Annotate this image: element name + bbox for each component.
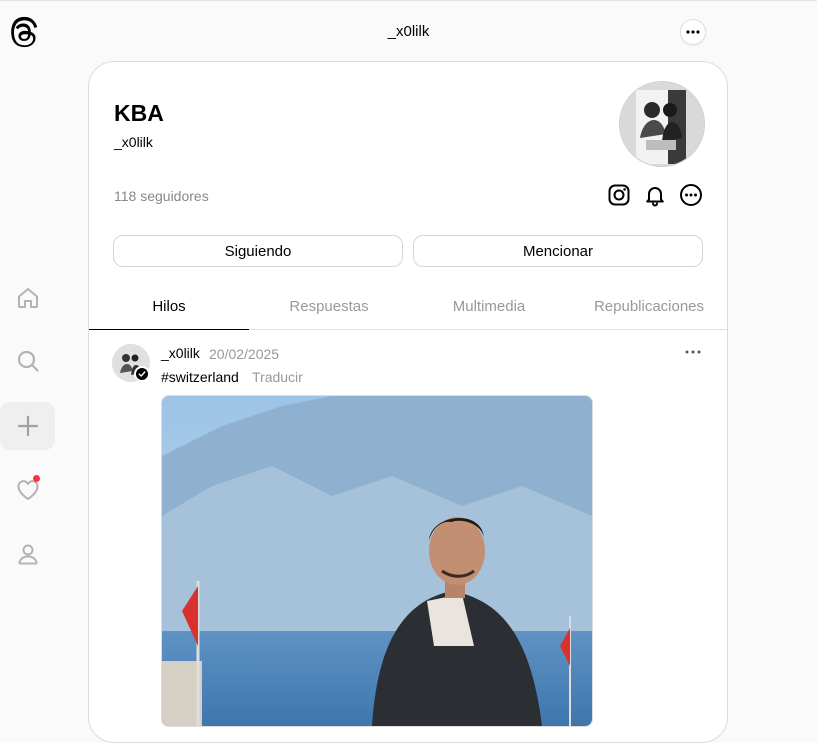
more-icon[interactable] — [679, 183, 703, 207]
profile-name: KBA — [114, 100, 164, 126]
post-more-icon[interactable] — [683, 344, 703, 360]
tab-threads[interactable]: Hilos — [89, 298, 249, 315]
nav-profile[interactable] — [0, 530, 55, 578]
person-icon — [18, 544, 37, 565]
tab-reposts[interactable]: Republicaciones — [569, 298, 727, 315]
post-username[interactable]: _x0lilk — [161, 345, 200, 361]
active-tab-indicator — [89, 329, 249, 330]
avatar-photo — [620, 82, 704, 166]
tab-media[interactable]: Multimedia — [409, 298, 569, 315]
following-button[interactable]: Siguiendo — [113, 235, 403, 267]
followers-count[interactable]: 118 seguidores — [114, 188, 209, 204]
header-more-button[interactable] — [680, 19, 706, 45]
profile-avatar[interactable] — [619, 81, 705, 167]
nav-search[interactable] — [0, 337, 55, 385]
search-icon — [17, 350, 39, 372]
translate-link[interactable]: Traducir — [252, 369, 303, 385]
home-icon — [17, 288, 38, 308]
profile-card: KBA _x0lilk 118 seguidores Siguiendo Men… — [88, 61, 728, 743]
instagram-icon[interactable] — [607, 183, 631, 207]
nav-home[interactable] — [0, 274, 55, 322]
nav-activity[interactable] — [0, 466, 55, 514]
tab-replies[interactable]: Respuestas — [249, 298, 409, 315]
plus-icon — [17, 415, 38, 437]
post-image[interactable] — [161, 395, 593, 727]
verified-badge-icon — [134, 366, 150, 382]
bell-icon[interactable] — [643, 183, 667, 207]
profile-handle: _x0lilk — [114, 134, 153, 150]
notification-dot — [33, 475, 40, 482]
post-date[interactable]: 20/02/2025 — [209, 346, 279, 362]
mention-button[interactable]: Mencionar — [413, 235, 703, 267]
ellipsis-icon — [686, 30, 700, 34]
post-text[interactable]: #switzerland — [161, 369, 239, 385]
top-divider — [0, 0, 817, 1]
post-photo — [162, 396, 592, 726]
nav-create[interactable] — [0, 402, 55, 450]
